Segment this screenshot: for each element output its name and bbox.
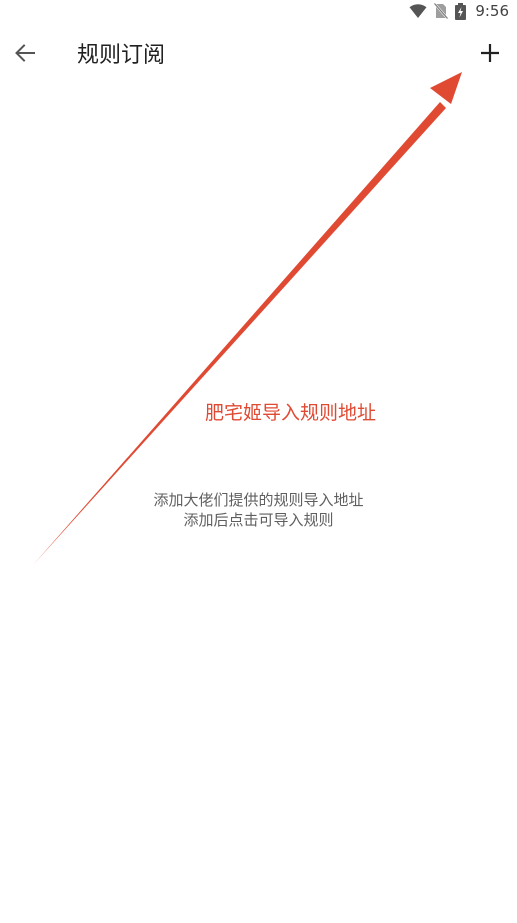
no-sim-icon	[434, 3, 449, 19]
empty-state-line-1: 添加大佬们提供的规则导入地址	[153, 491, 364, 509]
status-time: 9:56	[475, 2, 509, 20]
empty-state-hint: 添加大佬们提供的规则导入地址 添加后点击可导入规则	[0, 490, 517, 530]
status-bar: 9:56	[0, 0, 517, 22]
page-title: 规则订阅	[77, 43, 166, 68]
arrow-left-icon	[14, 42, 36, 68]
annotation-text: 肥宅姬导入规则地址	[205, 402, 377, 424]
annotation-arrow	[33, 72, 462, 565]
back-button[interactable]	[2, 32, 48, 78]
app-bar: 规则订阅	[0, 22, 517, 90]
add-subscription-button[interactable]	[467, 32, 513, 78]
battery-charging-icon	[455, 2, 467, 20]
plus-icon	[479, 42, 501, 68]
empty-state-line-2: 添加后点击可导入规则	[183, 511, 334, 529]
wifi-icon	[409, 4, 427, 18]
status-icons: 9:56	[409, 0, 509, 22]
